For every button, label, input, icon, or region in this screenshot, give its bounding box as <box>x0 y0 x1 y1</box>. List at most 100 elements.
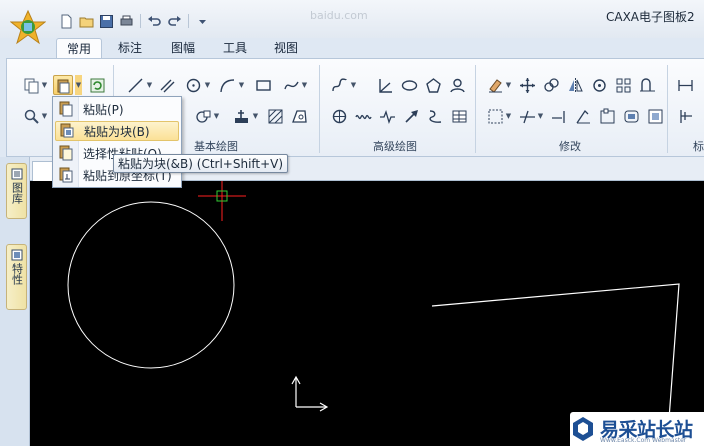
wave-line-icon[interactable] <box>353 106 373 126</box>
chamfer-icon[interactable] <box>621 106 641 126</box>
group-label-advanced-draw: 高级绘图 <box>373 140 417 153</box>
curve-icon[interactable] <box>425 106 445 126</box>
fillet-icon[interactable] <box>597 106 617 126</box>
toolbar-separator <box>188 14 189 28</box>
tab-home[interactable]: 常用 <box>56 38 103 59</box>
polyline-icon[interactable] <box>329 75 349 95</box>
print-icon[interactable] <box>118 13 135 30</box>
title-bar: baidu.com CAXA电子图板2 <box>0 0 704 45</box>
scale-icon[interactable] <box>637 75 657 95</box>
rotate-icon[interactable] <box>589 75 609 95</box>
quick-access-toolbar <box>58 12 211 30</box>
group-separator <box>667 65 668 153</box>
menu-item-label: 粘贴为块(B) <box>84 124 150 139</box>
chevron-down-icon[interactable]: ▼ <box>505 106 512 126</box>
mirror-icon[interactable] <box>565 75 585 95</box>
stretch-icon[interactable] <box>573 106 593 126</box>
properties-icon <box>11 249 22 261</box>
gear-shape-icon[interactable] <box>329 106 349 126</box>
coordinate-dimension-icon[interactable] <box>675 106 695 126</box>
arc-icon[interactable] <box>217 75 237 95</box>
chevron-down-icon[interactable]: ▼ <box>204 75 211 95</box>
chevron-down-icon[interactable]: ▼ <box>350 75 357 95</box>
sidebar-tab-library[interactable]: 图库 <box>6 163 27 219</box>
chevron-down-icon[interactable]: ▼ <box>301 75 308 95</box>
ellipse-icon[interactable] <box>399 75 419 95</box>
library-icon <box>11 168 22 180</box>
ghost-url-text: baidu.com <box>310 9 368 22</box>
table-icon[interactable] <box>449 106 469 126</box>
drawing-canvas[interactable] <box>30 181 704 446</box>
ribbon-tab-row: 常用 标注 图幅 工具 视图 <box>0 38 704 59</box>
tab-annotation[interactable]: 标注 <box>108 38 152 58</box>
line-icon[interactable] <box>125 75 145 95</box>
crosshair-cursor-icon <box>198 181 246 221</box>
person-icon[interactable] <box>447 75 467 95</box>
chevron-down-icon[interactable]: ▼ <box>505 75 512 95</box>
paste-icon[interactable] <box>53 75 73 95</box>
paste-as-block-icon <box>60 123 74 138</box>
paste-to-original-icon <box>59 167 73 183</box>
chevron-down-icon[interactable]: ▼ <box>252 106 259 126</box>
customize-icon[interactable] <box>194 13 211 30</box>
circle-tool-icon[interactable] <box>183 75 203 95</box>
array-icon[interactable] <box>613 75 633 95</box>
rectangle-icon[interactable] <box>253 75 273 95</box>
group-separator <box>319 65 320 153</box>
group-label-truncated: 标 <box>693 140 704 153</box>
break-line-icon[interactable] <box>377 106 397 126</box>
copy-object-icon[interactable] <box>541 75 561 95</box>
ucs-axis-icon <box>291 375 329 412</box>
new-file-icon[interactable] <box>58 13 75 30</box>
group-label-basic-draw: 基本绘图 <box>194 140 238 153</box>
chevron-down-icon[interactable]: ▼ <box>41 75 48 95</box>
parallel-line-icon[interactable] <box>157 75 177 95</box>
trim-icon[interactable] <box>517 106 537 126</box>
zoom-icon[interactable] <box>21 106 41 126</box>
polygon-icon[interactable] <box>423 75 443 95</box>
paste-as-block-tooltip: 粘贴为块(&B) (Ctrl+Shift+V) <box>113 154 289 173</box>
site-watermark: 易采站长站 Www.Easck.Com Webmaster <box>570 412 704 446</box>
select-box-icon[interactable] <box>485 106 505 126</box>
tab-view[interactable]: 视图 <box>264 38 308 58</box>
move-icon[interactable] <box>517 75 537 95</box>
dimension-icon[interactable] <box>675 75 695 95</box>
chevron-down-icon[interactable]: ▼ <box>41 106 48 126</box>
spline-icon[interactable] <box>281 75 301 95</box>
tab-sheet[interactable]: 图幅 <box>161 38 205 58</box>
chevron-down-icon[interactable]: ▼ <box>146 75 153 95</box>
block-icon[interactable] <box>193 106 213 126</box>
sidebar-tab-label: 图库 <box>10 182 24 204</box>
extend-icon[interactable] <box>549 106 569 126</box>
arrow-icon[interactable] <box>401 106 421 126</box>
app-title: CAXA电子图板2 <box>606 10 695 24</box>
undo-icon[interactable] <box>146 13 163 30</box>
chevron-down-icon[interactable]: ▼ <box>213 106 220 126</box>
paste-dropdown-menu: 粘贴(P) 粘贴为块(B) 选择性粘贴(O) 粘贴到原坐标(T) <box>52 96 182 188</box>
menu-item-paste-as-block[interactable]: 粘贴为块(B) <box>55 121 179 141</box>
chevron-down-icon[interactable]: ▼ <box>537 106 544 126</box>
menu-item-paste[interactable]: 粘贴(P) <box>55 99 179 119</box>
left-side-panel: 图库 特性 <box>0 157 30 446</box>
redo-icon[interactable] <box>166 13 183 30</box>
toolbar-separator <box>140 14 141 28</box>
tab-tools[interactable]: 工具 <box>213 38 257 58</box>
region-icon[interactable] <box>289 106 309 126</box>
menu-item-label: 粘贴(P) <box>83 102 124 117</box>
copy-icon[interactable] <box>21 75 41 95</box>
text-insert-icon[interactable] <box>231 106 251 126</box>
chevron-down-icon[interactable]: ▼ <box>238 75 245 95</box>
chevron-down-icon[interactable]: ▼ <box>75 75 82 95</box>
sidebar-tab-properties[interactable]: 特性 <box>6 244 27 310</box>
group-label-modify: 修改 <box>559 140 581 153</box>
hatch-icon[interactable] <box>265 106 285 126</box>
angle-line-icon[interactable] <box>375 75 395 95</box>
save-icon[interactable] <box>98 13 115 30</box>
eraser-icon[interactable] <box>485 75 505 95</box>
watermark-logo <box>573 417 593 441</box>
drawn-circle[interactable] <box>67 201 235 369</box>
sidebar-tab-label: 特性 <box>10 263 24 285</box>
refresh-icon[interactable] <box>87 75 107 95</box>
open-folder-icon[interactable] <box>78 13 95 30</box>
explode-icon[interactable] <box>645 106 665 126</box>
